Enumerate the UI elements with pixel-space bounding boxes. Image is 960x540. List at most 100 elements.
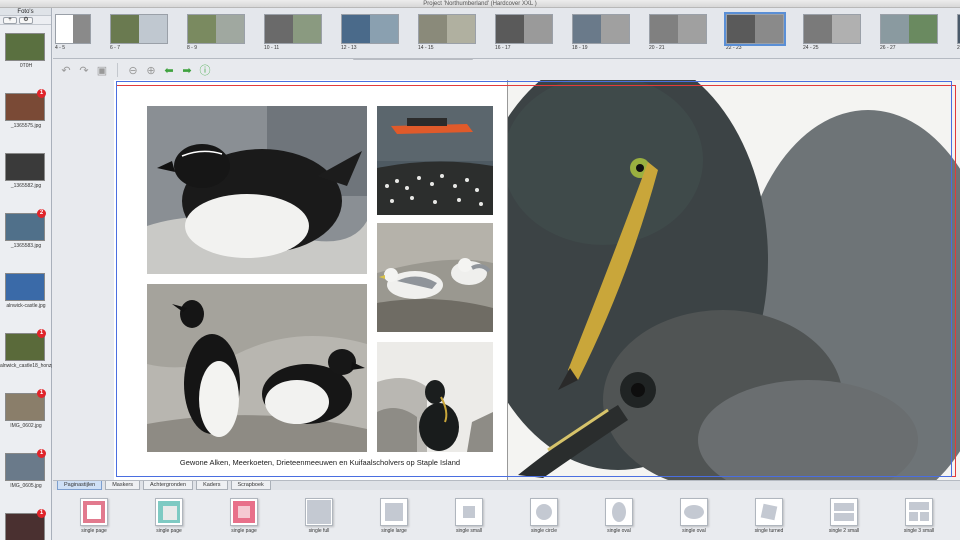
spread-pages bbox=[649, 14, 707, 44]
spread-thumbnail[interactable]: 20 - 21 bbox=[649, 14, 707, 54]
right-page-preview bbox=[447, 15, 475, 43]
sidebar-header: Foto's bbox=[0, 8, 51, 16]
tab-achtergronden[interactable]: Achtergronden bbox=[142, 481, 194, 490]
left-page-preview bbox=[419, 15, 447, 43]
layout-preview-shape bbox=[385, 503, 403, 521]
layout-preview-shape bbox=[909, 512, 918, 521]
save-icon[interactable]: ▣ bbox=[95, 63, 109, 77]
layout-option[interactable]: single oval bbox=[599, 498, 639, 534]
layout-preview-shape bbox=[463, 506, 475, 518]
layout-label: single large bbox=[381, 528, 407, 534]
photo-filename: alnwick_castle18_honzp bbox=[0, 363, 52, 369]
spread-thumbnail[interactable]: 8 - 9 bbox=[187, 14, 245, 54]
spread-pages bbox=[724, 12, 786, 46]
layout-label: single oval bbox=[607, 528, 631, 534]
photo-shag-with-chick[interactable] bbox=[508, 80, 960, 480]
undo-icon[interactable]: ↶ bbox=[59, 63, 73, 77]
layout-label: single 2 small bbox=[828, 528, 860, 534]
page-spread[interactable]: Gewone Alken, Meerkoeten, Drieteenmeeuwe… bbox=[114, 80, 960, 480]
spread-pages bbox=[187, 14, 245, 44]
right-page-preview bbox=[909, 15, 937, 43]
info-icon[interactable]: ⓘ bbox=[198, 63, 212, 77]
spread-pages bbox=[495, 14, 553, 44]
zoom-out-icon[interactable]: ⊖ bbox=[126, 63, 140, 77]
redo-icon[interactable]: ↷ bbox=[77, 63, 91, 77]
toolbar-separator bbox=[117, 63, 118, 77]
usage-count-badge: 2 bbox=[37, 209, 46, 218]
layout-preview bbox=[455, 498, 483, 526]
photo-filename: _1365575.jpg bbox=[10, 123, 42, 129]
usage-count-badge: 1 bbox=[37, 389, 46, 398]
right-page-preview bbox=[832, 15, 860, 43]
layout-preview bbox=[605, 498, 633, 526]
tab-scrapboek[interactable]: Scrapboek bbox=[230, 481, 271, 490]
layout-option[interactable]: single page bbox=[149, 498, 189, 534]
spread-thumbnail[interactable]: 10 - 11 bbox=[264, 14, 322, 54]
photo-razorbills-pair[interactable] bbox=[147, 284, 367, 452]
spread-thumbnail[interactable]: 4 - 5 bbox=[55, 14, 91, 54]
layout-preview bbox=[80, 498, 108, 526]
spread-thumbnail[interactable]: 26 - 27 bbox=[880, 14, 938, 54]
layout-label: single full bbox=[308, 528, 330, 534]
spread-pages bbox=[55, 14, 91, 44]
layout-option[interactable]: single page bbox=[74, 498, 114, 534]
left-page-preview bbox=[56, 15, 73, 43]
spread-thumbnail[interactable]: 12 - 13 bbox=[341, 14, 399, 54]
arrow-left-icon[interactable]: ⬅ bbox=[162, 63, 176, 77]
photo-filename: _1365583.jpg bbox=[10, 243, 42, 249]
tab-kaders[interactable]: Kaders bbox=[196, 481, 228, 490]
layout-preview bbox=[230, 498, 258, 526]
spread-pages bbox=[264, 14, 322, 44]
spread-page-numbers: 10 - 11 bbox=[264, 45, 280, 51]
right-page-preview bbox=[524, 15, 552, 43]
layout-option[interactable]: single large bbox=[374, 498, 414, 534]
spread-thumbnail[interactable]: 16 - 17 bbox=[495, 14, 553, 54]
layout-option[interactable]: single small bbox=[449, 498, 489, 534]
layout-label: single oval bbox=[682, 528, 706, 534]
sidebar-settings-button[interactable]: ⚙ bbox=[19, 17, 33, 24]
photo-kittiwakes[interactable] bbox=[377, 223, 493, 332]
spread-thumbnail[interactable]: 14 - 15 bbox=[418, 14, 476, 54]
layout-option[interactable]: single 2 small bbox=[824, 498, 864, 534]
layout-option[interactable]: single circle bbox=[524, 498, 564, 534]
left-page-preview bbox=[727, 15, 755, 43]
layout-preview-shape bbox=[834, 513, 854, 521]
right-page-preview bbox=[293, 15, 321, 43]
photo-shag-preening[interactable] bbox=[377, 342, 493, 452]
right-page-preview bbox=[216, 15, 244, 43]
spread-page-numbers: 22 - 23 bbox=[726, 45, 742, 51]
photo-thumbnail[interactable] bbox=[5, 273, 45, 301]
left-page-preview bbox=[573, 15, 601, 43]
layout-option[interactable]: single turned bbox=[749, 498, 789, 534]
window-title: Project 'Northumberland' (Hardcover XXL … bbox=[0, 0, 960, 8]
photo-thumbnail[interactable] bbox=[5, 33, 45, 61]
right-page-preview bbox=[139, 15, 167, 43]
spread-thumbnail[interactable]: 6 - 7 bbox=[110, 14, 168, 54]
spread-page-numbers: 16 - 17 bbox=[495, 45, 511, 51]
layout-option[interactable]: single oval bbox=[674, 498, 714, 534]
photo-filename: alnwick-castle.jpg bbox=[6, 303, 46, 309]
photo-razorbill-resting[interactable] bbox=[147, 106, 367, 274]
layout-preview-shape bbox=[536, 504, 552, 520]
spread-thumbnail[interactable]: 24 - 25 bbox=[803, 14, 861, 54]
spread-thumbnail[interactable]: 22 - 23 bbox=[724, 12, 786, 54]
zoom-in-icon[interactable]: ⊕ bbox=[144, 63, 158, 77]
layout-option[interactable]: single full bbox=[299, 498, 339, 534]
right-page-preview bbox=[678, 15, 706, 43]
arrow-right-icon[interactable]: ➡ bbox=[180, 63, 194, 77]
tab-maskers[interactable]: Maskers bbox=[105, 481, 140, 490]
photo-thumbnail[interactable] bbox=[5, 153, 45, 181]
layout-option[interactable]: single 3 small bbox=[899, 498, 939, 534]
left-page-preview bbox=[650, 15, 678, 43]
layout-option[interactable]: single page bbox=[224, 498, 264, 534]
layout-preview-shape bbox=[163, 506, 177, 520]
tab-paginastijlen[interactable]: Paginastijlen bbox=[57, 481, 103, 490]
layout-label: single small bbox=[455, 528, 483, 534]
photo-boat-colony[interactable] bbox=[377, 106, 493, 215]
spread-thumbnail[interactable]: 18 - 19 bbox=[572, 14, 630, 54]
spread-page-numbers: 18 - 19 bbox=[572, 45, 588, 51]
page-caption[interactable]: Gewone Alken, Meerkoeten, Drieteenmeeuwe… bbox=[147, 458, 493, 467]
layout-label: single 3 small bbox=[903, 528, 935, 534]
add-photo-button[interactable]: + bbox=[3, 17, 17, 24]
layout-preview-shape bbox=[233, 501, 255, 523]
